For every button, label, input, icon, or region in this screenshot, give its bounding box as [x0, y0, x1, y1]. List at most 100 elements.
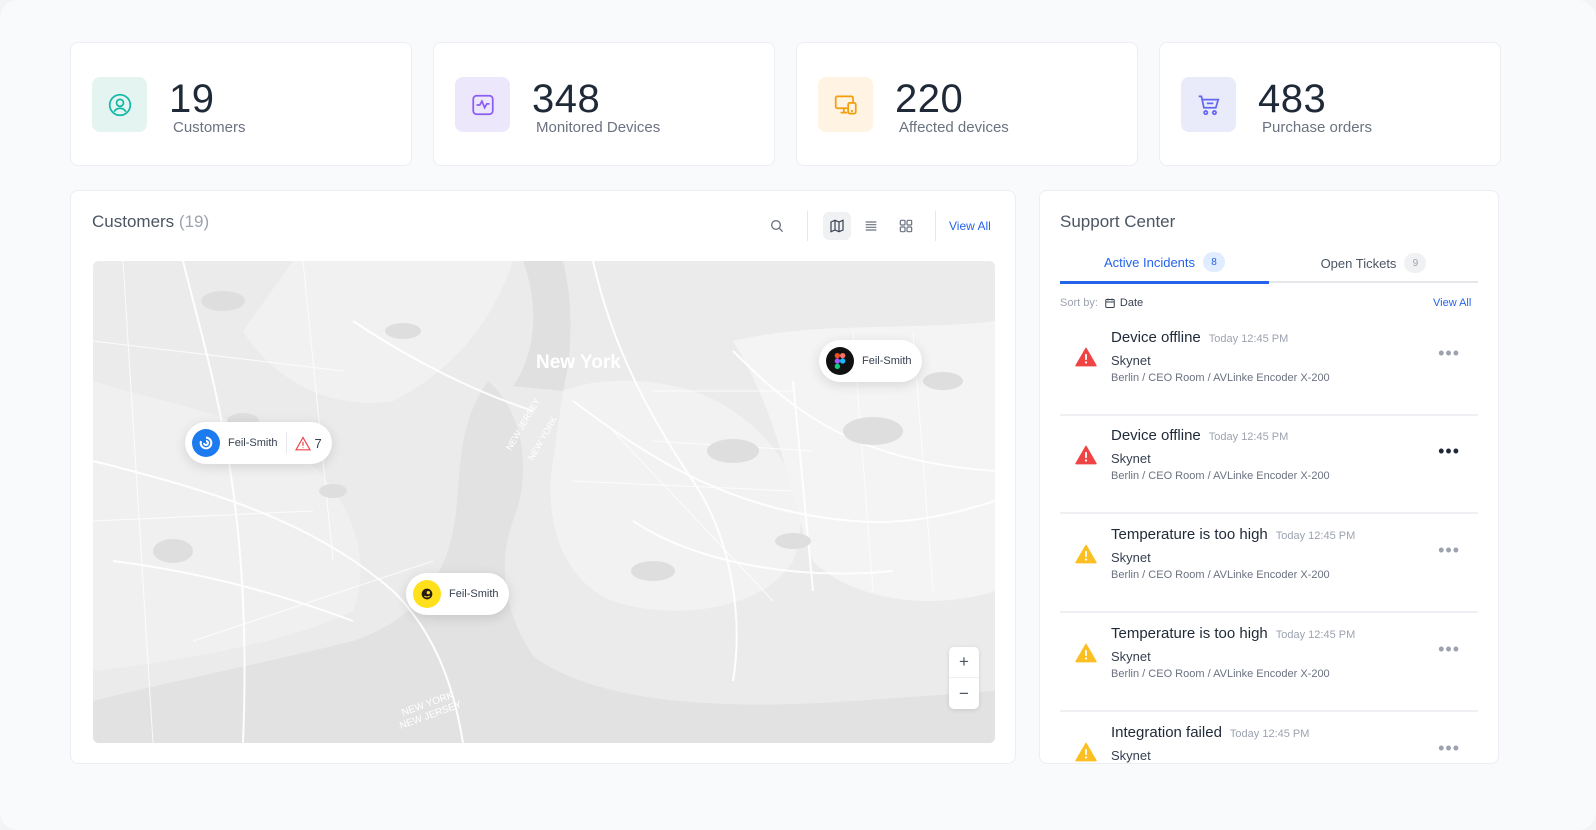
list-view-button[interactable]: [857, 212, 885, 240]
stat-card-affected-devices[interactable]: 220 Affected devices: [796, 42, 1138, 166]
stat-value: 348: [532, 77, 601, 121]
pin-label: Feil-Smith: [449, 588, 499, 600]
zoom-in-button[interactable]: +: [949, 647, 979, 678]
tab-open-tickets[interactable]: Open Tickets 9: [1269, 243, 1478, 283]
stat-value: 19: [169, 77, 215, 121]
incident-item[interactable]: Temperature is too high Today 12:45 PM Sky…: [1060, 514, 1478, 613]
warning-icon: [1075, 742, 1097, 763]
incident-item[interactable]: Device offline Today 12:45 PM Skynet Berlin…: [1060, 317, 1478, 416]
support-title: Support Center: [1060, 212, 1176, 231]
tab-label: Active Incidents: [1103, 254, 1196, 270]
stat-value: 220: [895, 77, 964, 121]
incident-customer: Skynet: [1111, 550, 1151, 565]
panel-title: Customers (19): [92, 212, 209, 232]
customers-view-all-link[interactable]: View All: [949, 219, 991, 233]
incident-path: Berlin / CEO Room / AVLinke Encoder X-20…: [1111, 372, 1330, 384]
warning-icon: [1075, 544, 1097, 569]
incident-item[interactable]: Device offline Today 12:45 PM Skynet Berlin…: [1060, 415, 1478, 514]
incident-time: Today 12:45 PM: [1275, 629, 1356, 641]
stat-label: Purchase orders: [1262, 119, 1373, 136]
incident-path: Berlin / CEO Room / AVLinke Encoder X-20…: [1111, 569, 1330, 581]
incident-time: Today 12:45 PM: [1229, 728, 1310, 740]
incident-path: Berlin / CEO Room / AVLinke Encoder X-20…: [1111, 470, 1330, 482]
incident-title-row: Device offline Today 12:45 PM: [1111, 427, 1288, 444]
incident-item[interactable]: Temperature is too high Today 12:45 PM Sky…: [1060, 613, 1478, 712]
incident-title-row: Integration failed Today 12:45 PM: [1111, 724, 1309, 741]
incident-customer: Skynet: [1111, 748, 1151, 763]
incident-title: Integration failed: [1111, 724, 1222, 741]
support-center-panel: Support Center Active Incidents 8 Open T…: [1039, 190, 1499, 764]
tab-count-badge: 9: [1404, 253, 1427, 273]
stat-card-purchase-orders[interactable]: 483 Purchase orders: [1159, 42, 1501, 166]
incident-title: Temperature is too high: [1111, 526, 1268, 543]
support-view-all-link[interactable]: View All: [1433, 297, 1471, 309]
devices-icon: [818, 77, 873, 132]
incident-customer: Skynet: [1111, 649, 1151, 664]
search-button[interactable]: [763, 212, 791, 240]
incident-item[interactable]: Integration failed Today 12:45 PM Skynet ••…: [1060, 712, 1478, 763]
stat-card-customers[interactable]: 19 Customers: [70, 42, 412, 166]
tab-active-incidents[interactable]: Active Incidents 8: [1060, 243, 1269, 284]
warning-icon: [1075, 445, 1097, 470]
monitor-pulse-icon: [455, 77, 510, 132]
customers-map[interactable]: New York NEW JERSEY NEW YORK NEW YORK NE…: [93, 261, 995, 743]
warning-icon: [294, 435, 311, 450]
incident-time: Today 12:45 PM: [1208, 431, 1289, 443]
tab-label: Open Tickets: [1320, 255, 1397, 271]
incident-title: Device offline: [1111, 427, 1201, 444]
more-options-button[interactable]: •••: [1438, 343, 1460, 364]
stat-label: Customers: [173, 119, 246, 136]
calendar-icon: [1105, 298, 1115, 308]
zoom-control: + −: [949, 647, 979, 709]
list-icon: [865, 221, 877, 231]
sort-bar: Sort by: Date: [1060, 297, 1143, 309]
cart-icon: [1181, 77, 1236, 132]
stat-label: Monitored Devices: [536, 119, 661, 136]
incident-title-row: Device offline Today 12:45 PM: [1111, 329, 1288, 346]
map-pin-customer[interactable]: Feil-Smith 7: [185, 422, 332, 464]
support-tabs: Active Incidents 8 Open Tickets 9: [1060, 243, 1478, 284]
incident-title: Temperature is too high: [1111, 625, 1268, 642]
zoom-out-button[interactable]: −: [949, 678, 979, 709]
warning-icon: [1075, 643, 1097, 668]
pin-alert-count: 7: [285, 432, 322, 454]
map-pin-customer[interactable]: Feil-Smith: [406, 573, 509, 615]
tab-count-badge: 8: [1203, 252, 1226, 272]
grid-view-button[interactable]: [892, 212, 920, 240]
mailchimp-logo-icon: [413, 580, 441, 608]
map-pin-customer[interactable]: Feil-Smith: [819, 340, 922, 382]
incident-time: Today 12:45 PM: [1275, 530, 1356, 542]
stat-value: 483: [1258, 77, 1327, 121]
pin-label: Feil-Smith: [228, 437, 278, 449]
search-icon: [771, 220, 784, 233]
sort-dropdown[interactable]: Date: [1104, 297, 1143, 309]
incident-title: Device offline: [1111, 329, 1201, 346]
incident-title-row: Temperature is too high Today 12:45 PM: [1111, 526, 1355, 543]
customers-title: Customers: [92, 212, 175, 231]
warning-icon: [1075, 347, 1097, 372]
incident-time: Today 12:45 PM: [1208, 333, 1289, 345]
incident-customer: Skynet: [1111, 451, 1151, 466]
stat-card-monitored-devices[interactable]: 348 Monitored Devices: [433, 42, 775, 166]
incident-path: Berlin / CEO Room / AVLinke Encoder X-20…: [1111, 668, 1330, 680]
map-icon: [830, 219, 844, 233]
alert-count: 7: [314, 435, 322, 451]
incident-customer: Skynet: [1111, 353, 1151, 368]
map-background: New York NEW JERSEY NEW YORK NEW YORK NE…: [93, 261, 995, 743]
more-options-button[interactable]: •••: [1438, 639, 1460, 660]
more-options-button[interactable]: •••: [1438, 441, 1460, 462]
customers-count: (19): [178, 212, 210, 231]
map-label-new-york: New York: [536, 352, 621, 373]
dashboard: 19 Customers 348 Monitored Devices 220 A…: [0, 0, 1596, 830]
sort-value: Date: [1119, 297, 1144, 309]
more-options-button[interactable]: •••: [1438, 540, 1460, 561]
toolbar-divider: [807, 211, 808, 241]
figma-logo-icon: [826, 347, 854, 375]
swirl-logo-icon: [192, 429, 220, 457]
map-view-button[interactable]: [823, 212, 851, 240]
stat-label: Affected devices: [899, 119, 1009, 136]
toolbar-divider: [935, 211, 936, 241]
user-circle-icon: [92, 77, 147, 132]
customers-panel: Customers (19) View All New York NEW JER…: [70, 190, 1016, 764]
more-options-button[interactable]: •••: [1438, 738, 1460, 759]
